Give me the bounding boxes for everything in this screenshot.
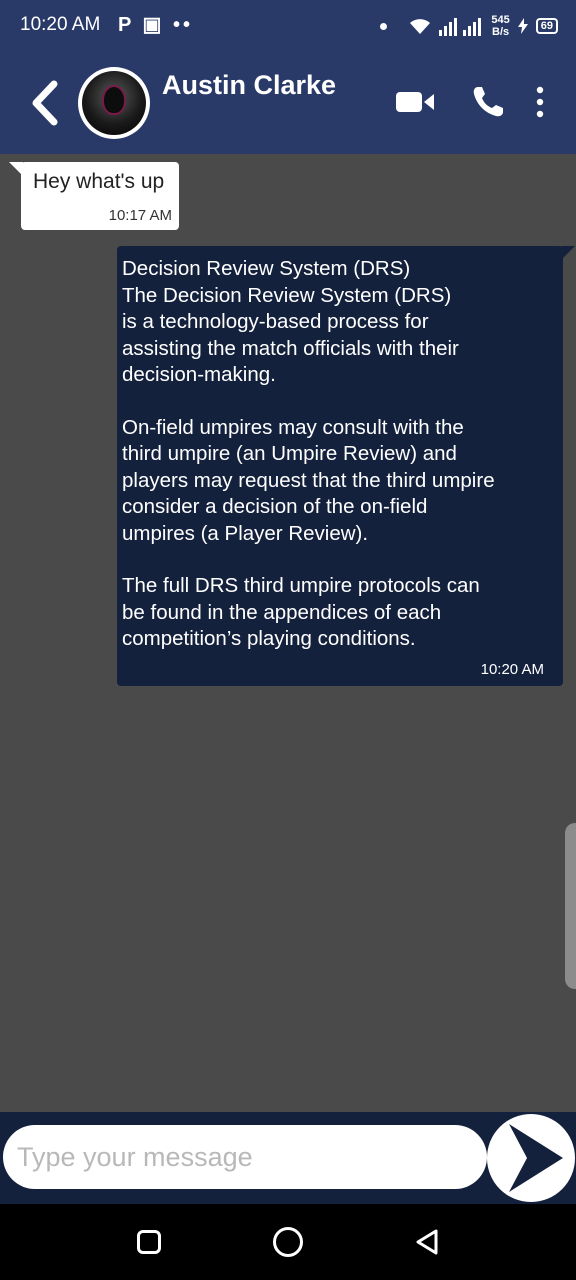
notification-icons: P ▣ •• (118, 14, 193, 36)
message-paragraph: On-field umpires may consult with the th… (122, 415, 495, 545)
charging-icon (517, 18, 528, 34)
send-button[interactable] (487, 1114, 575, 1202)
message-time: 10:17 AM (108, 207, 172, 224)
status-right-group: 545 B/s 69 (380, 12, 558, 40)
status-time: 10:20 AM (20, 14, 101, 35)
message-time: 10:20 AM (480, 661, 544, 678)
send-arrow-icon (509, 1124, 563, 1192)
scrollbar-handle[interactable] (565, 823, 576, 989)
signal-icon (439, 18, 482, 36)
phone-icon[interactable] (470, 84, 506, 120)
composer-bar (0, 1112, 576, 1204)
wifi-icon (410, 19, 431, 34)
system-nav-bar (0, 1204, 576, 1280)
network-speed: 545 B/s (491, 14, 509, 38)
incoming-message[interactable]: Hey what's up 10:17 AM (9, 162, 179, 230)
avatar-image (82, 71, 146, 135)
message-text: Hey what's up (33, 170, 165, 193)
avatar-figure (102, 85, 126, 115)
nav-back-icon[interactable] (414, 1228, 440, 1256)
message-paragraph: Decision Review System (DRS) The Decisio… (122, 257, 459, 386)
network-speed-value: 545 (491, 14, 510, 26)
avatar[interactable] (78, 67, 150, 139)
home-icon[interactable] (273, 1227, 303, 1257)
chat-header: Austin Clarke (0, 52, 576, 154)
recents-icon[interactable] (137, 1230, 161, 1254)
status-bar: 10:20 AM P ▣ •• 545 B/s 69 (0, 0, 576, 52)
message-paragraph: The full DRS third umpire protocols can … (122, 574, 480, 650)
chat-area[interactable]: Hey what's up 10:17 AM Decision Review S… (0, 154, 576, 1112)
contact-name[interactable]: Austin Clarke (162, 70, 336, 101)
more-vert-icon[interactable] (528, 84, 552, 120)
back-arrow-icon[interactable] (26, 78, 66, 128)
network-speed-unit: B/s (492, 26, 510, 38)
video-call-icon[interactable] (394, 86, 436, 118)
message-input[interactable] (3, 1125, 487, 1189)
battery-indicator: 69 (535, 18, 558, 34)
notification-dot-icon (380, 22, 388, 30)
outgoing-message[interactable]: Decision Review System (DRS) The Decisio… (117, 246, 575, 686)
